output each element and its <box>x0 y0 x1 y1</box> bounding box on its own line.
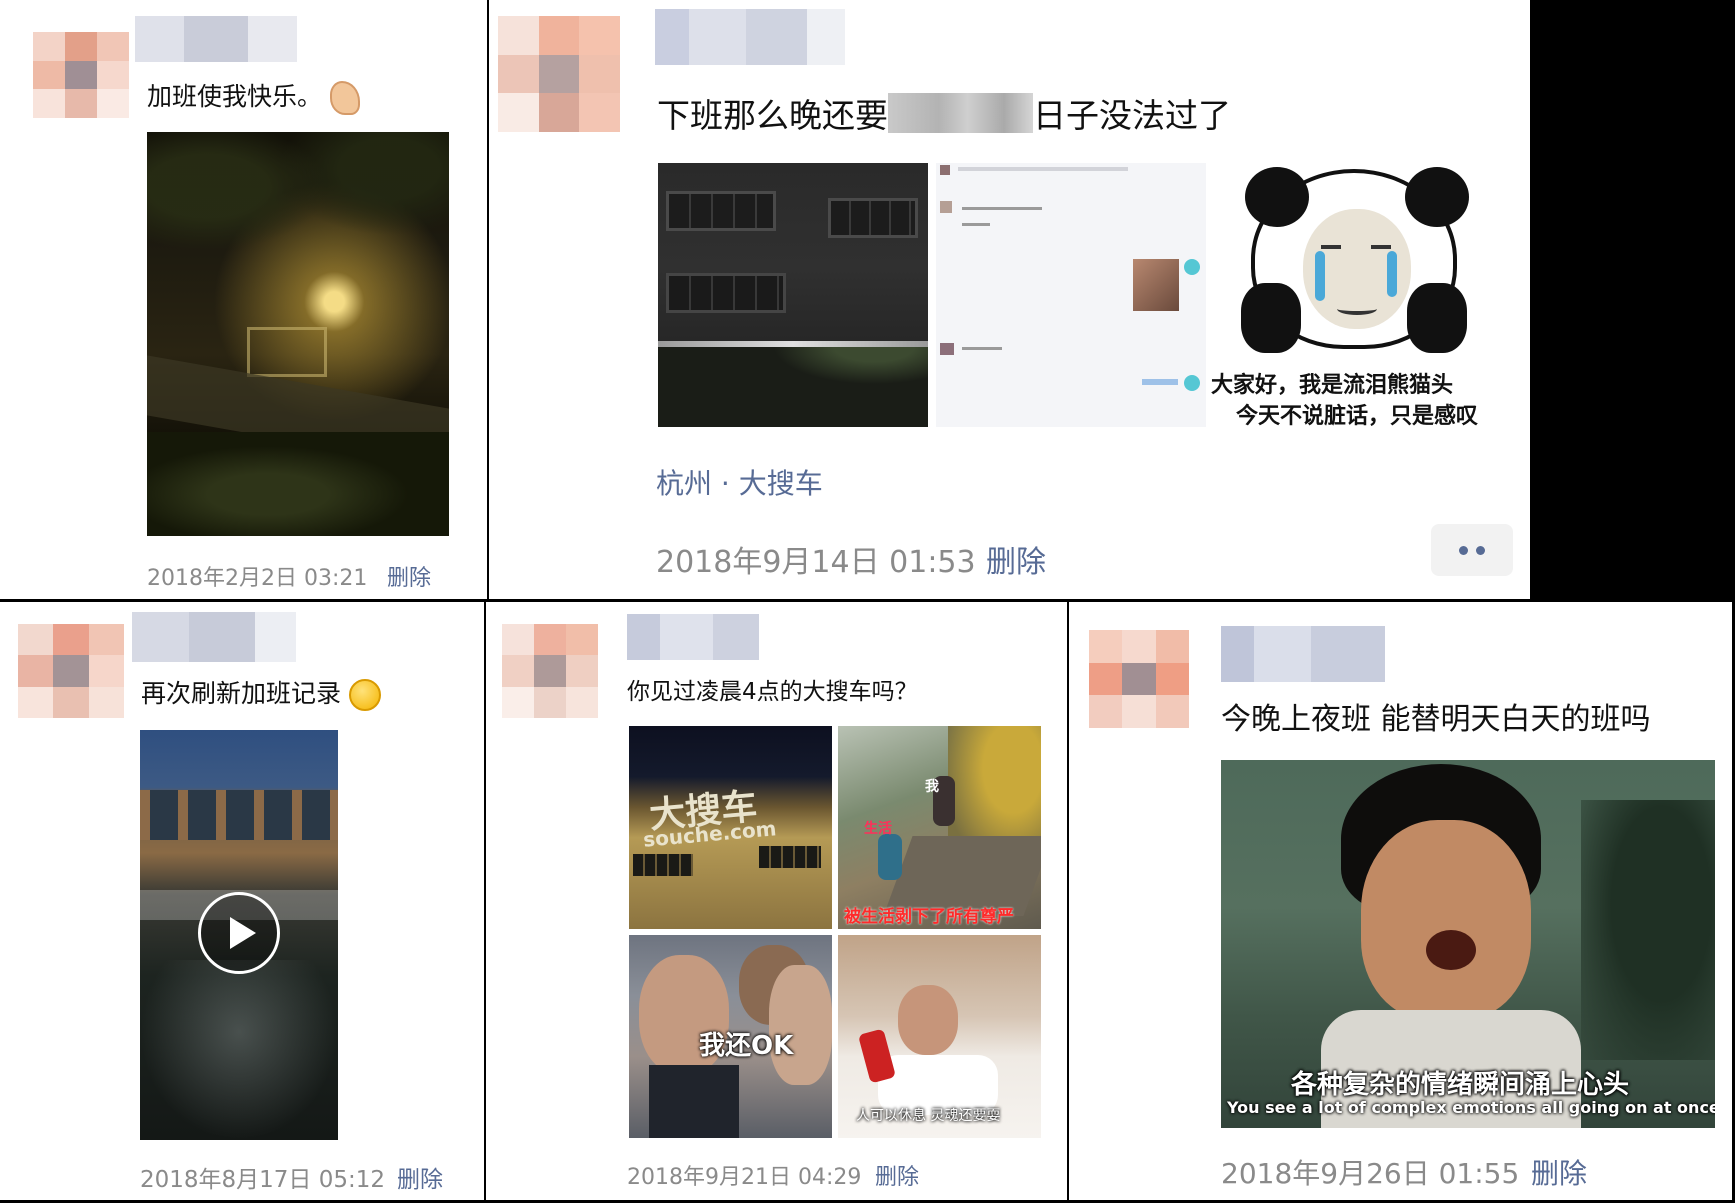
avatar[interactable] <box>1089 630 1189 728</box>
username-blurred[interactable] <box>655 9 845 65</box>
crowded-subway-meme[interactable]: 我还OK <box>629 935 832 1138</box>
post-text-content: 加班使我快乐。 <box>147 82 323 111</box>
office-building-night-photo[interactable] <box>658 163 928 427</box>
more-dot-icon <box>1476 545 1485 555</box>
meme-label-mid: 生活 <box>864 821 892 837</box>
post-text: 再次刷新加班记录 <box>141 674 381 711</box>
location-link[interactable]: 杭州 · 大搜车 <box>656 462 823 502</box>
moment-post-3: 再次刷新加班记录 2018年8月17日 05:12 删除 <box>0 602 484 1203</box>
meme-caption-line2: 今天不说脏话，只是感叹 <box>1235 404 1478 427</box>
post-timestamp: 2018年2月2日 03:21 <box>147 566 368 591</box>
rainy-night-video[interactable] <box>140 730 338 1140</box>
meme-label-top: 我 <box>925 779 939 795</box>
avatar[interactable] <box>33 32 129 118</box>
username-blurred[interactable] <box>1221 626 1385 682</box>
post-text: 你见过凌晨4点的大搜车吗？ <box>627 679 918 705</box>
avatar[interactable] <box>502 624 598 718</box>
tired-in-bed-meme[interactable]: 人可以休息 灵魂还要耍 <box>838 935 1041 1138</box>
play-video-button[interactable] <box>198 892 280 974</box>
moment-post-4: 你见过凌晨4点的大搜车吗？ 大搜车 souche.com 我 生活 被生活剥下了… <box>486 602 1067 1203</box>
avatar[interactable] <box>18 624 124 718</box>
moment-post-1: 加班使我快乐。 2018年2月2日 03:21 删除 <box>0 0 487 599</box>
meme-caption-en: You see a lot of complex emotions all go… <box>1227 1098 1715 1117</box>
meme-caption: 被生活剥下了所有尊严 <box>844 907 1014 927</box>
climbing-meme[interactable]: 我 生活 被生活剥下了所有尊严 <box>838 726 1041 929</box>
souche-building-sign[interactable]: 大搜车 souche.com <box>629 726 832 929</box>
post-text-before: 下班那么晚还要 <box>657 96 888 135</box>
post-text: 加班使我快乐。 <box>147 77 360 115</box>
meme-caption: 人可以休息 灵魂还要耍 <box>856 1108 1001 1124</box>
meme-caption-cn: 各种复杂的情绪瞬间涌上心头 <box>1291 1070 1630 1100</box>
crying-panda-meme[interactable]: 大家好，我是流泪熊猫头 今天不说脏话，只是感叹 <box>1211 163 1493 427</box>
more-options-button[interactable] <box>1431 524 1513 576</box>
black-margin <box>1530 0 1735 600</box>
bruce-lee-meme[interactable]: 各种复杂的情绪瞬间涌上心头 You see a lot of complex e… <box>1221 760 1715 1128</box>
username-blurred[interactable] <box>135 16 297 62</box>
meme-caption-line1: 大家好，我是流泪熊猫头 <box>1211 373 1454 398</box>
delete-link[interactable]: 删除 <box>397 1160 443 1194</box>
post-timestamp: 2018年9月26日 01:55 <box>1221 1157 1520 1190</box>
moment-post-5: 今晚上夜班 能替明天白天的班吗 各种复杂的情绪瞬间涌上心头 You see a … <box>1069 602 1735 1203</box>
flexed-biceps-emoji <box>329 81 360 115</box>
night-street-photo[interactable] <box>147 132 449 536</box>
post-timestamp: 2018年8月17日 05:12 <box>140 1167 386 1193</box>
delete-link[interactable]: 删除 <box>986 537 1046 581</box>
username-blurred[interactable] <box>627 614 759 660</box>
chat-screenshot[interactable] <box>936 163 1206 427</box>
moment-post-2: 下班那么晚还要 日子没法过了 大家好，我是流泪熊猫头 今天不说脏话，只是感叹 杭… <box>489 0 1530 599</box>
avatar[interactable] <box>498 16 620 132</box>
post-text-after: 日子没法过了 <box>1033 96 1231 135</box>
post-text: 下班那么晚还要 日子没法过了 <box>657 89 1231 137</box>
post-timestamp: 2018年9月21日 04:29 <box>627 1165 862 1190</box>
delete-link[interactable]: 删除 <box>387 560 431 592</box>
redacted-text <box>888 93 1033 133</box>
post-text-content: 再次刷新加班记录 <box>141 679 342 708</box>
thinking-face-emoji <box>348 679 381 711</box>
delete-link[interactable]: 删除 <box>875 1159 919 1191</box>
username-blurred[interactable] <box>132 612 296 662</box>
more-dot-icon <box>1459 545 1468 555</box>
post-timestamp: 2018年9月14日 01:53 <box>656 545 976 580</box>
meme-caption: 我还OK <box>699 1031 794 1061</box>
post-text: 今晚上夜班 能替明天白天的班吗 <box>1221 702 1651 737</box>
delete-link[interactable]: 删除 <box>1531 1152 1587 1192</box>
